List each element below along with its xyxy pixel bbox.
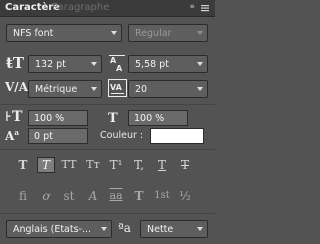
strikethrough-button[interactable]: T [176, 157, 194, 173]
color-label: Couleur : [100, 130, 144, 141]
leading-value: 5,58 pt [135, 59, 169, 70]
small-caps-button[interactable]: Tт [84, 157, 102, 173]
faux-italic-button[interactable]: T [37, 157, 55, 173]
tracking-value: 20 [135, 84, 148, 95]
font-family-value: NFS font [13, 28, 54, 39]
vertical-scale-icon: ꜔T [5, 109, 23, 125]
font-size-value: 132 pt [35, 59, 66, 70]
chevron-down-icon [111, 31, 117, 35]
superscript-button[interactable]: T¹ [107, 157, 125, 173]
svg-text:A: A [116, 64, 123, 73]
font-size-select[interactable]: 132 pt [28, 55, 102, 73]
antialias-icon: ªa [118, 221, 131, 235]
chevron-down-icon [197, 31, 203, 35]
paragraph-tab-ghost[interactable]: Paragraphe [52, 2, 109, 13]
antialias-select[interactable]: Nette [140, 220, 208, 238]
ligatures-button[interactable]: fi [14, 188, 32, 204]
horizontal-scale-field[interactable]: 100 % [128, 110, 188, 126]
antialias-value: Nette [147, 224, 174, 235]
baseline-shift-icon: Aa [5, 128, 19, 143]
all-caps-button[interactable]: TT [60, 157, 78, 173]
character-panel: Caractère Paragraphe » NFS font Regular … [0, 0, 215, 244]
leading-select[interactable]: 5,58 pt [128, 55, 208, 73]
underline-button[interactable]: T [153, 157, 171, 173]
divider [0, 104, 215, 105]
divider [0, 213, 215, 214]
ordinals-button[interactable]: 1st [153, 188, 171, 204]
kerning-icon: V/A [5, 80, 29, 94]
stylistic-alternates-button[interactable]: aa [107, 188, 125, 204]
faux-bold-button[interactable]: T [14, 157, 32, 173]
font-size-icon: ŧT [6, 54, 25, 72]
leading-icon: A A [109, 55, 125, 73]
chevron-down-icon [91, 87, 97, 91]
swash-st-button[interactable]: st [60, 188, 78, 204]
font-style-select[interactable]: Regular [128, 24, 208, 42]
svg-text:VA: VA [110, 83, 123, 92]
subscript-button[interactable]: T, [130, 157, 148, 173]
vertical-scale-field[interactable]: 100 % [28, 110, 88, 126]
language-value: Anglais (Etats-... [13, 224, 92, 235]
kerning-select[interactable]: Métrique [28, 80, 102, 98]
font-family-select[interactable]: NFS font [6, 24, 122, 42]
divider [0, 149, 215, 150]
chevron-down-icon [197, 62, 203, 66]
kerning-value: Métrique [35, 84, 78, 95]
baseline-shift-value: 0 pt [34, 131, 53, 142]
chevron-down-icon [91, 62, 97, 66]
horizontal-scale-value: 100 % [134, 113, 165, 124]
horizontal-scale-icon: T [108, 111, 118, 126]
collapse-icon[interactable]: » [189, 2, 195, 12]
tracking-select[interactable]: 20 [128, 80, 208, 98]
language-select[interactable]: Anglais (Etats-... [6, 220, 112, 238]
font-style-value: Regular [135, 28, 172, 39]
color-swatch[interactable] [150, 128, 204, 144]
baseline-shift-field[interactable]: 0 pt [28, 128, 88, 144]
chevron-down-icon [197, 87, 203, 91]
chevron-down-icon [197, 227, 203, 231]
vertical-scale-value: 100 % [34, 113, 65, 124]
fractions-button[interactable]: ½ [176, 188, 194, 204]
discretionary-ligatures-button[interactable]: ơ [37, 188, 55, 204]
swash-button[interactable]: A [84, 188, 102, 204]
panel-menu-icon[interactable] [200, 3, 210, 13]
panel-titlebar: Caractère Paragraphe » [0, 0, 215, 17]
tracking-icon: VA [108, 79, 127, 97]
titling-alternates-button[interactable]: T [130, 188, 148, 204]
chevron-down-icon [101, 227, 107, 231]
